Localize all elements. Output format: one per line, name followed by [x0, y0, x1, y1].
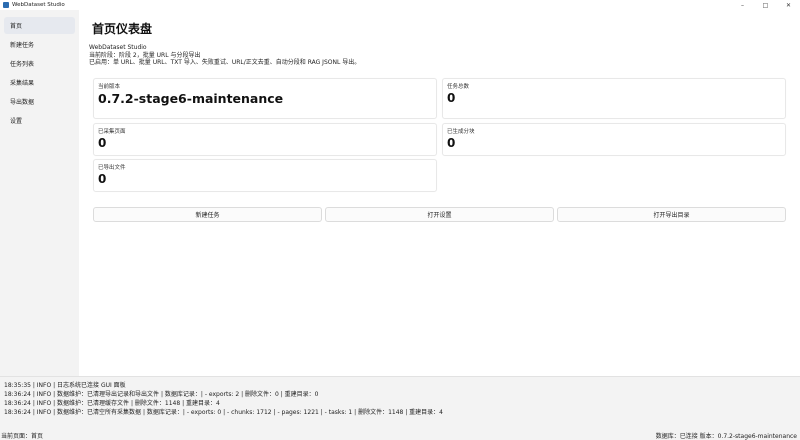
version-card: 当前版本 0.7.2-stage6-maintenance: [93, 78, 437, 119]
card-label: 任务总数: [447, 84, 470, 90]
close-button[interactable]: ✕: [777, 0, 800, 10]
page-title: 首页仪表盘: [92, 22, 153, 36]
log-line: 18:36:24 | INFO | 数据维护：已清理缓存文件 | 删除文件：11…: [4, 400, 220, 407]
sidebar-item-results[interactable]: 采集结果: [4, 74, 75, 91]
card-value: 0: [98, 172, 107, 186]
sidebar-item-label: 新建任务: [10, 42, 35, 49]
db-version-status: 数据库：已连接 版本：0.7.2-stage6-maintenance: [655, 433, 797, 440]
sidebar-item-label: 设置: [10, 118, 23, 125]
card-label: 已导出文件: [98, 165, 126, 171]
sidebar: 首页 新建任务 任务列表 采集结果 导出数据 设置: [0, 10, 79, 376]
sidebar-item-task-list[interactable]: 任务列表: [4, 55, 75, 72]
card-label: 已生成分块: [447, 129, 475, 135]
sidebar-item-label: 导出数据: [10, 99, 35, 106]
info-line: 已启用：单 URL、批量 URL、TXT 导入、失败重试、URL/正文去重、自动…: [89, 59, 361, 67]
task-count-card: 任务总数 0: [442, 78, 786, 119]
card-value: 0: [447, 136, 456, 150]
minimize-button[interactable]: –: [731, 0, 754, 10]
sidebar-item-label: 首页: [10, 23, 23, 30]
new-task-button[interactable]: 新建任务: [93, 207, 322, 222]
card-value: 0: [98, 136, 107, 150]
close-icon: ✕: [785, 1, 792, 9]
open-export-dir-button[interactable]: 打开导出目录: [557, 207, 786, 222]
title-bar: WebDataset Studio – □ ✕: [0, 0, 800, 10]
info-line: WebDataset Studio: [89, 44, 147, 51]
status-bar: 当前页面：首页 数据库：已连接 版本：0.7.2-stage6-maintena…: [0, 430, 800, 440]
card-label: 已采集页面: [98, 129, 126, 135]
minimize-icon: –: [741, 1, 744, 9]
sidebar-item-export[interactable]: 导出数据: [4, 93, 75, 110]
card-value: 0.7.2-stage6-maintenance: [98, 91, 284, 106]
app-icon: [3, 2, 9, 8]
maximize-button[interactable]: □: [754, 0, 777, 10]
window-title: WebDataset Studio: [12, 2, 65, 8]
current-page-status: 当前页面：首页: [1, 433, 44, 440]
maximize-icon: □: [762, 1, 769, 9]
log-line: 18:35:35 | INFO | 日志系统已连接 GUI 面板: [4, 382, 126, 389]
log-line: 18:36:24 | INFO | 数据维护：已清理导出记录和导出文件 | 数据…: [4, 391, 319, 398]
exports-card: 已导出文件 0: [93, 159, 437, 192]
card-label: 当前版本: [98, 84, 121, 90]
main-panel: 首页仪表盘 WebDataset Studio 当前阶段：阶段 2，批量 URL…: [79, 10, 800, 376]
sidebar-item-label: 采集结果: [10, 80, 35, 87]
window-controls: – □ ✕: [731, 0, 800, 10]
sidebar-item-home[interactable]: 首页: [4, 17, 75, 34]
app-info: WebDataset Studio 当前阶段：阶段 2，批量 URL 与分段导出…: [89, 44, 360, 67]
card-value: 0: [447, 91, 456, 105]
sidebar-item-settings[interactable]: 设置: [4, 112, 75, 129]
pages-card: 已采集页面 0: [93, 123, 437, 156]
open-settings-button[interactable]: 打开设置: [325, 207, 554, 222]
log-panel[interactable]: 18:35:35 | INFO | 日志系统已连接 GUI 面板 18:36:2…: [0, 376, 800, 427]
sidebar-item-label: 任务列表: [10, 61, 35, 68]
log-line: 18:36:24 | INFO | 数据维护：已清空所有采集数据 | 数据库记录…: [4, 409, 443, 416]
sidebar-item-new-task[interactable]: 新建任务: [4, 36, 75, 53]
chunks-card: 已生成分块 0: [442, 123, 786, 156]
